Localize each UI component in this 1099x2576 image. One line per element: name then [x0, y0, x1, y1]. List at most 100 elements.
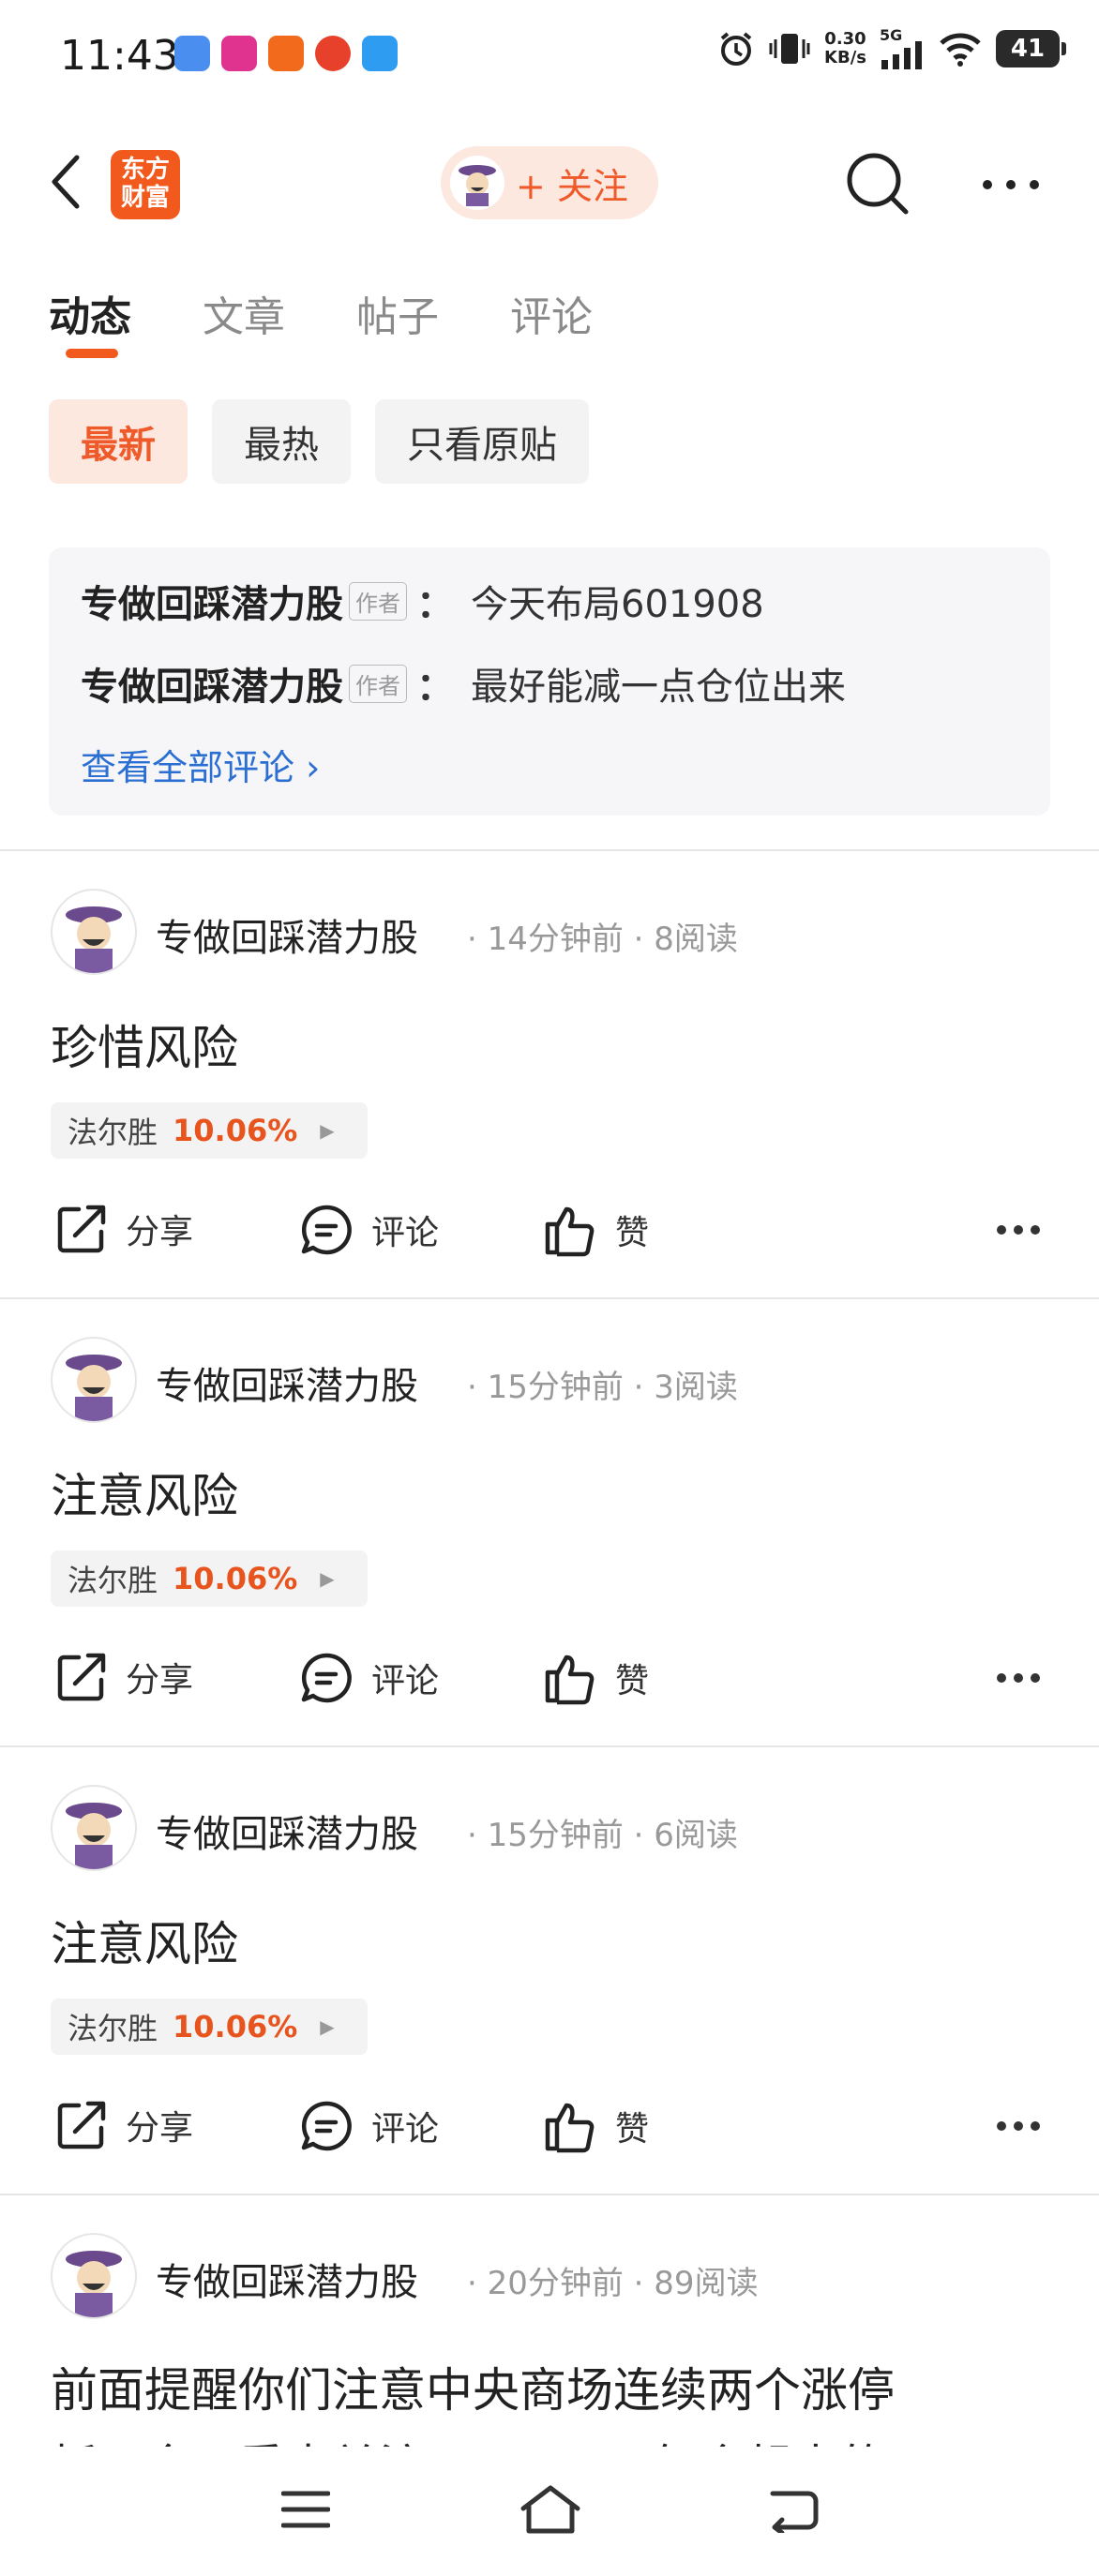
back-nav-icon[interactable] — [767, 2488, 820, 2533]
comment-colon: ： — [416, 583, 454, 626]
wifi-icon — [940, 33, 981, 67]
comment-button[interactable]: 评论 — [298, 1650, 439, 1706]
eastmoney-logo: 东方 财富 — [111, 150, 180, 219]
play-arrow-icon: ▶ — [320, 1567, 335, 1590]
author-avatar[interactable] — [51, 1337, 137, 1423]
search-icon[interactable] — [844, 150, 911, 217]
app-notification-icon — [174, 36, 210, 71]
battery-indicator: 41 — [996, 30, 1066, 67]
post-text: 珍惜风险 — [51, 1021, 238, 1075]
post-card[interactable]: 专做回踩潜力股 · 14分钟前 · 8阅读 珍惜风险 法尔胜 10.06% ▶ … — [0, 889, 1099, 1292]
comment-icon — [301, 2101, 352, 2151]
filter-latest[interactable]: 最新 — [49, 399, 188, 484]
author-avatar[interactable] — [51, 1785, 137, 1871]
divider — [0, 849, 1099, 851]
profile-tabs: 动态 文章 帖子 评论 — [49, 283, 664, 343]
tab-dynamics[interactable]: 动态 — [49, 283, 203, 343]
home-icon[interactable] — [519, 2484, 581, 2535]
notification-app-icons — [174, 36, 398, 71]
post-author[interactable]: 专做回踩潜力股 — [156, 907, 418, 962]
post-meta: · 15分钟前 · 3阅读 — [467, 1369, 738, 1406]
filter-original-only[interactable]: 只看原贴 — [375, 399, 589, 484]
comments-preview: 专做回踩潜力股 作者 ： 今天布局601908 专做回踩潜力股 作者 ： 最好能… — [49, 547, 1050, 816]
divider — [0, 1297, 1099, 1299]
comment-item: 专做回踩潜力股 作者 ： 今天布局601908 — [81, 574, 764, 628]
app-notification-icon — [315, 36, 351, 71]
play-arrow-icon: ▶ — [320, 1119, 335, 1142]
post-card[interactable]: 专做回踩潜力股 · 15分钟前 · 6阅读 注意风险 法尔胜 10.06% ▶ … — [0, 1785, 1099, 2188]
back-arrow-icon[interactable] — [47, 152, 84, 212]
stock-name: 法尔胜 — [68, 1115, 158, 1150]
follow-label: + 关注 — [516, 165, 628, 207]
tab-articles[interactable]: 文章 — [203, 283, 356, 343]
share-button[interactable]: 分享 — [54, 1650, 193, 1704]
stock-change: 10.06% — [173, 1113, 298, 1148]
system-nav-bar — [0, 2447, 1099, 2576]
vibrate-icon — [769, 34, 810, 64]
comment-icon — [301, 1205, 352, 1255]
share-label: 分享 — [126, 1213, 194, 1251]
follow-button[interactable]: + 关注 — [441, 146, 658, 219]
stock-tag[interactable]: 法尔胜 10.06% ▶ — [51, 1102, 368, 1159]
comment-label: 评论 — [371, 1662, 440, 1700]
comment-text: 最好能减一点仓位出来 — [471, 666, 846, 709]
filter-chips: 最新 最热 只看原贴 — [49, 399, 589, 484]
stock-tag[interactable]: 法尔胜 10.06% ▶ — [51, 1550, 368, 1607]
author-avatar[interactable] — [51, 2233, 137, 2319]
share-button[interactable]: 分享 — [54, 2098, 193, 2152]
network-speed: 0.30 KB/s — [824, 30, 866, 67]
comment-button[interactable]: 评论 — [298, 2098, 439, 2154]
comment-button[interactable]: 评论 — [298, 1202, 439, 1258]
stock-name: 法尔胜 — [68, 2011, 158, 2046]
divider — [0, 1745, 1099, 1747]
post-meta: · 20分钟前 · 89阅读 — [467, 2265, 759, 2302]
stock-change: 10.06% — [173, 2009, 298, 2044]
filter-hottest[interactable]: 最热 — [212, 399, 351, 484]
play-arrow-icon: ▶ — [320, 2015, 335, 2038]
logo-text-line1: 东方 — [120, 156, 170, 184]
comment-item: 专做回踩潜力股 作者 ： 最好能减一点仓位出来 — [81, 656, 846, 711]
post-author[interactable]: 专做回踩潜力股 — [156, 1804, 418, 1858]
view-all-comments-link[interactable]: 查看全部评论 › — [81, 739, 320, 790]
share-icon — [57, 1653, 106, 1701]
thumbs-up-icon — [545, 1655, 595, 1705]
menu-icon[interactable] — [281, 2490, 330, 2529]
more-options-icon[interactable] — [996, 2120, 1041, 2132]
post-author[interactable]: 专做回踩潜力股 — [156, 1355, 418, 1410]
stock-name: 法尔胜 — [68, 1563, 158, 1598]
comment-author[interactable]: 专做回踩潜力股 — [81, 656, 343, 711]
stock-tag[interactable]: 法尔胜 10.06% ▶ — [51, 1999, 368, 2055]
thumbs-up-icon — [545, 2103, 595, 2153]
like-button[interactable]: 赞 — [542, 1650, 649, 1706]
more-options-icon[interactable] — [996, 1224, 1041, 1236]
tab-posts[interactable]: 帖子 — [356, 283, 510, 343]
alarm-icon — [720, 32, 752, 66]
share-button[interactable]: 分享 — [54, 1202, 193, 1256]
post-text-line: 前面提醒你们注意中央商场连续两个涨停 — [51, 2363, 895, 2418]
post-author[interactable]: 专做回踩潜力股 — [156, 2252, 418, 2306]
post-meta: · 15分钟前 · 6阅读 — [467, 1817, 738, 1854]
status-indicators: 0.30 KB/s 5G 41 — [717, 26, 1066, 69]
like-button[interactable]: 赞 — [542, 2098, 649, 2154]
author-avatar[interactable] — [51, 889, 137, 975]
comment-colon: ： — [416, 666, 454, 709]
stock-change: 10.06% — [173, 1561, 298, 1596]
post-card[interactable]: 专做回踩潜力股 · 20分钟前 · 89阅读 前面提醒你们注意中央商场连续两个涨… — [0, 2233, 1099, 2447]
comment-author[interactable]: 专做回踩潜力股 — [81, 574, 343, 628]
more-options-icon[interactable] — [981, 178, 1041, 191]
user-avatar-small — [450, 156, 504, 210]
author-badge: 作者 — [349, 581, 407, 621]
app-notification-icon — [268, 36, 304, 71]
tab-comments[interactable]: 评论 — [510, 283, 664, 343]
post-text-line: 板，今天重点关注601908下午会起来的 — [51, 2430, 1082, 2447]
post-card[interactable]: 专做回踩潜力股 · 15分钟前 · 3阅读 注意风险 法尔胜 10.06% ▶ … — [0, 1337, 1099, 1740]
like-label: 赞 — [615, 1214, 650, 1252]
like-button[interactable]: 赞 — [542, 1202, 649, 1258]
comment-icon — [301, 1653, 352, 1703]
thumbs-up-icon — [545, 1206, 595, 1257]
active-tab-indicator — [66, 349, 118, 358]
comment-text: 今天布局601908 — [471, 583, 764, 626]
more-options-icon[interactable] — [996, 1672, 1041, 1684]
like-label: 赞 — [615, 2110, 650, 2149]
status-time: 11:43 — [60, 32, 179, 80]
